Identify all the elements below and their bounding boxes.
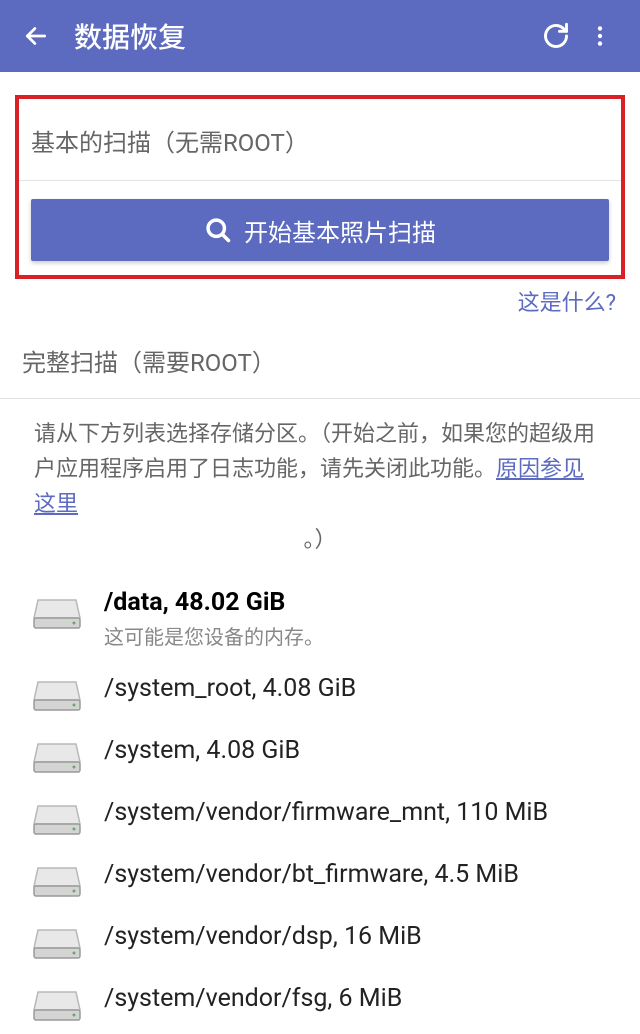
full-scan-header: 完整扫描（需要ROOT）: [0, 317, 640, 399]
partition-title: /system/vendor/fsg, 6 MiB: [104, 984, 402, 1013]
partition-item[interactable]: /system/vendor/fsg, 6 MiB: [0, 972, 640, 1034]
partition-item[interactable]: /system/vendor/bt_firmware, 4.5 MiB: [0, 848, 640, 910]
search-icon: [204, 216, 232, 244]
drive-icon: [32, 738, 82, 774]
partition-list: /data, 48.02 GiB 这可能是您设备的内存。 /system_root…: [0, 568, 640, 1034]
partition-item[interactable]: /system, 4.08 GiB: [0, 724, 640, 786]
refresh-button[interactable]: [534, 14, 578, 58]
partition-title: /system/vendor/firmware_mnt, 110 MiB: [104, 798, 548, 827]
drive-icon: [32, 676, 82, 712]
partition-item[interactable]: /system/vendor/dsp, 16 MiB: [0, 910, 640, 972]
highlight-box: 基本的扫描（无需ROOT） 开始基本照片扫描: [15, 95, 625, 279]
hint-part2: 。）: [303, 528, 336, 553]
partition-text: /system/vendor/fsg, 6 MiB: [104, 984, 402, 1013]
partition-subtitle: 这可能是您设备的内存。: [104, 621, 324, 650]
partition-item[interactable]: /system/vendor/firmware_mnt, 110 MiB: [0, 786, 640, 848]
arrow-left-icon: [23, 23, 49, 49]
drive-icon: [32, 800, 82, 836]
full-scan-hint: 请从下方列表选择存储分区。（开始之前，如果您的超级用户应用程序启用了日志功能，请…: [0, 399, 640, 568]
partition-title: /system/vendor/dsp, 16 MiB: [104, 922, 422, 951]
app-bar: 数据恢复: [0, 0, 640, 72]
drive-icon: [32, 862, 82, 898]
partition-text: /system/vendor/bt_firmware, 4.5 MiB: [104, 860, 519, 889]
what-is-this-link[interactable]: 这是什么?: [0, 279, 640, 317]
partition-title: /system, 4.08 GiB: [104, 736, 300, 765]
more-vertical-icon: [587, 23, 613, 49]
partition-title: /data, 48.02 GiB: [104, 588, 324, 617]
partition-text: /data, 48.02 GiB 这可能是您设备的内存。: [104, 588, 324, 650]
partition-title: /system/vendor/bt_firmware, 4.5 MiB: [104, 860, 519, 889]
scan-button-label: 开始基本照片扫描: [244, 213, 436, 248]
partition-title: /system_root, 4.08 GiB: [104, 674, 356, 703]
drive-icon: [32, 594, 82, 630]
more-button[interactable]: [578, 14, 622, 58]
app-title: 数据恢复: [74, 16, 534, 56]
basic-scan-header: 基本的扫描（无需ROOT）: [19, 99, 621, 181]
back-button[interactable]: [18, 18, 54, 54]
refresh-icon: [542, 22, 570, 50]
drive-icon: [32, 986, 82, 1022]
start-basic-scan-button[interactable]: 开始基本照片扫描: [31, 199, 609, 261]
partition-text: /system/vendor/dsp, 16 MiB: [104, 922, 422, 951]
partition-text: /system/vendor/firmware_mnt, 110 MiB: [104, 798, 548, 827]
partition-text: /system_root, 4.08 GiB: [104, 674, 356, 703]
partition-text: /system, 4.08 GiB: [104, 736, 300, 765]
drive-icon: [32, 924, 82, 960]
partition-item[interactable]: /system_root, 4.08 GiB: [0, 662, 640, 724]
partition-item[interactable]: /data, 48.02 GiB 这可能是您设备的内存。: [0, 576, 640, 662]
content: 基本的扫描（无需ROOT） 开始基本照片扫描 这是什么? 完整扫描（需要ROOT…: [0, 95, 640, 1034]
